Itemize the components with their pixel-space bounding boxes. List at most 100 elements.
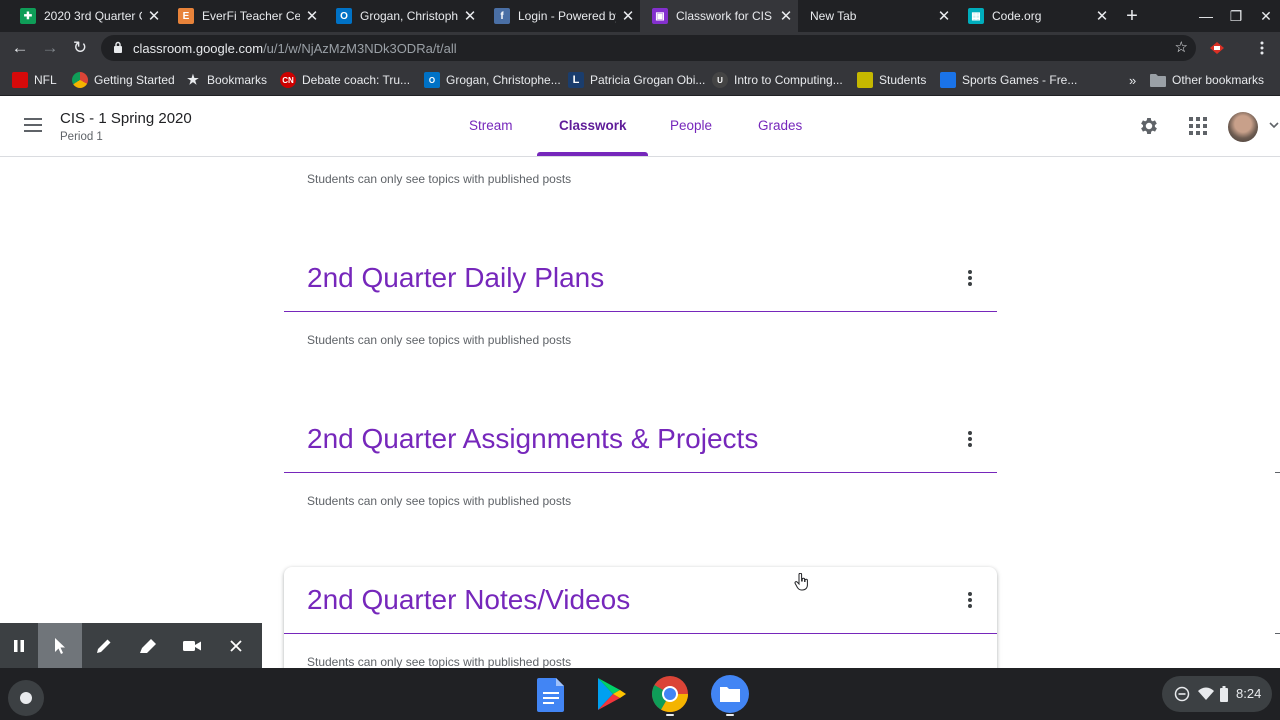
close-icon — [230, 639, 242, 652]
battery-icon — [1220, 686, 1228, 702]
new-tab-button[interactable]: + — [1120, 4, 1144, 28]
outlook-icon: O — [424, 72, 440, 88]
bookmark-patricia-grogan[interactable]: L Patricia Grogan Obi... — [568, 72, 705, 88]
active-tab-indicator — [537, 152, 648, 156]
class-title[interactable]: CIS - 1 Spring 2020 — [60, 110, 192, 127]
folder-icon — [1150, 74, 1166, 87]
bookmark-intro-computing[interactable]: U Intro to Computing... — [712, 72, 843, 88]
lock-icon — [114, 41, 122, 53]
sports-icon — [940, 72, 956, 88]
extension-icon[interactable] — [1208, 40, 1226, 56]
settings-gear-icon[interactable] — [1138, 115, 1160, 137]
bookmark-sports-games[interactable]: Sports Games - Fre... — [940, 72, 1077, 88]
browser-tab-classwork[interactable]: ▣ Classwork for CIS - ✕ — [640, 0, 798, 32]
pointer-tool-button[interactable] — [38, 623, 82, 668]
topic-divider — [284, 311, 997, 312]
play-store-icon[interactable] — [590, 674, 630, 714]
browser-tab-outlook[interactable]: O Grogan, Christophe ✕ — [324, 0, 482, 32]
browser-tab-everfi[interactable]: E EverFi Teacher Cen ✕ — [166, 0, 324, 32]
pen-tool-button[interactable] — [82, 623, 126, 668]
tab-title: New Tab — [810, 9, 857, 23]
more-options-icon[interactable] — [962, 590, 978, 610]
minimize-button[interactable]: — — [1196, 6, 1216, 26]
uki-icon: U — [712, 72, 728, 88]
outlook-icon: O — [336, 8, 352, 24]
chevron-down-icon[interactable] — [1268, 120, 1280, 130]
account-avatar[interactable] — [1228, 112, 1258, 142]
google-docs-icon[interactable] — [531, 674, 571, 714]
tab-title: Code.org — [992, 9, 1042, 23]
topic-title[interactable]: 2nd Quarter Notes/Videos — [307, 584, 630, 616]
star-icon: ★ — [187, 72, 199, 87]
chrome-icon — [72, 72, 88, 88]
system-clock: 8:24 — [1236, 686, 1262, 701]
topic-visibility-note: Students can only see topics with publis… — [307, 655, 572, 669]
chrome-browser-icon[interactable] — [650, 674, 690, 714]
pen-icon — [97, 639, 111, 653]
highlighter-icon — [140, 638, 156, 653]
launcher-button[interactable] — [8, 680, 44, 716]
other-bookmarks[interactable]: Other bookmarks — [1150, 72, 1264, 88]
close-tab-icon[interactable]: ✕ — [300, 7, 324, 25]
tab-title: 2020 3rd Quarter G — [44, 9, 142, 23]
browser-tab-login[interactable]: f Login - Powered by ✕ — [482, 0, 640, 32]
highlighter-tool-button[interactable] — [126, 623, 170, 668]
browser-tab-sheets[interactable]: ✚ 2020 3rd Quarter G ✕ — [8, 0, 166, 32]
bookmark-label: Debate coach: Tru... — [302, 73, 411, 87]
close-tab-icon[interactable]: ✕ — [932, 7, 956, 25]
bookmark-bookmarks[interactable]: ★ Bookmarks — [185, 72, 267, 88]
topic-divider — [284, 633, 997, 634]
pause-icon — [14, 639, 24, 652]
more-options-icon[interactable] — [962, 268, 978, 288]
bookmark-outlook[interactable]: O Grogan, Christophe... — [424, 72, 561, 88]
bookmark-students[interactable]: Students — [857, 72, 926, 88]
google-apps-icon[interactable] — [1189, 117, 1207, 135]
topic-title[interactable]: 2nd Quarter Assignments & Projects — [307, 423, 758, 455]
close-tab-icon[interactable]: ✕ — [1090, 7, 1114, 25]
browser-menu-icon[interactable] — [1254, 40, 1270, 56]
more-options-icon[interactable] — [962, 429, 978, 449]
bookmark-nfl[interactable]: NFL — [12, 72, 57, 88]
os-shelf: 8:24 — [0, 668, 1280, 720]
cnn-icon: CN — [280, 72, 296, 88]
back-button[interactable]: ← — [8, 36, 32, 60]
status-tray[interactable]: 8:24 — [1162, 676, 1272, 712]
close-tab-icon[interactable]: ✕ — [616, 7, 640, 25]
bookmark-label: Grogan, Christophe... — [446, 73, 561, 87]
restore-button[interactable]: ❐ — [1226, 6, 1246, 26]
bookmark-debate-coach[interactable]: CN Debate coach: Tru... — [280, 72, 410, 88]
reload-button[interactable]: ↻ — [68, 36, 92, 60]
bookmark-label: Students — [879, 73, 927, 87]
close-window-button[interactable]: ✕ — [1256, 6, 1276, 26]
running-app-indicator — [726, 714, 734, 716]
browser-tab-codeorg[interactable]: ▦ Code.org ✕ — [956, 0, 1114, 32]
camera-toggle-button[interactable] — [170, 623, 214, 668]
classroom-header: CIS - 1 Spring 2020 Period 1 Stream Clas… — [0, 96, 1280, 157]
main-menu-icon[interactable] — [24, 118, 42, 132]
wifi-icon — [1198, 687, 1214, 700]
tab-title: Classwork for CIS - — [676, 9, 774, 23]
codeorg-icon: ▦ — [968, 8, 984, 24]
bookmark-star-icon[interactable]: ☆ — [1175, 38, 1188, 56]
close-tab-icon[interactable]: ✕ — [774, 7, 798, 25]
topic-divider — [284, 472, 997, 473]
close-tab-icon[interactable]: ✕ — [142, 7, 166, 25]
topic-title[interactable]: 2nd Quarter Daily Plans — [307, 262, 604, 294]
topic-visibility-note: Students can only see topics with publis… — [307, 333, 572, 347]
running-app-indicator — [666, 714, 674, 716]
tab-stream[interactable]: Stream — [469, 118, 513, 133]
browser-tab-new-tab[interactable]: New Tab ✕ — [798, 0, 956, 32]
more-bookmarks-chevron-icon[interactable]: » — [1129, 72, 1136, 88]
pause-recording-button[interactable] — [0, 623, 38, 668]
forward-button[interactable]: → — [38, 36, 62, 60]
tab-people[interactable]: People — [670, 118, 712, 133]
bookmark-getting-started[interactable]: Getting Started — [72, 72, 175, 88]
tab-classwork[interactable]: Classwork — [559, 118, 627, 133]
legacy-icon: L — [568, 72, 584, 88]
tab-grades[interactable]: Grades — [758, 118, 802, 133]
address-bar[interactable]: classroom.google.com/u/1/w/NjAzMzM3NDk3O… — [101, 35, 1196, 61]
stop-recording-button[interactable] — [214, 623, 258, 668]
close-tab-icon[interactable]: ✕ — [458, 7, 482, 25]
files-app-icon[interactable] — [710, 674, 750, 714]
arrow-pointer-icon — [55, 637, 65, 654]
